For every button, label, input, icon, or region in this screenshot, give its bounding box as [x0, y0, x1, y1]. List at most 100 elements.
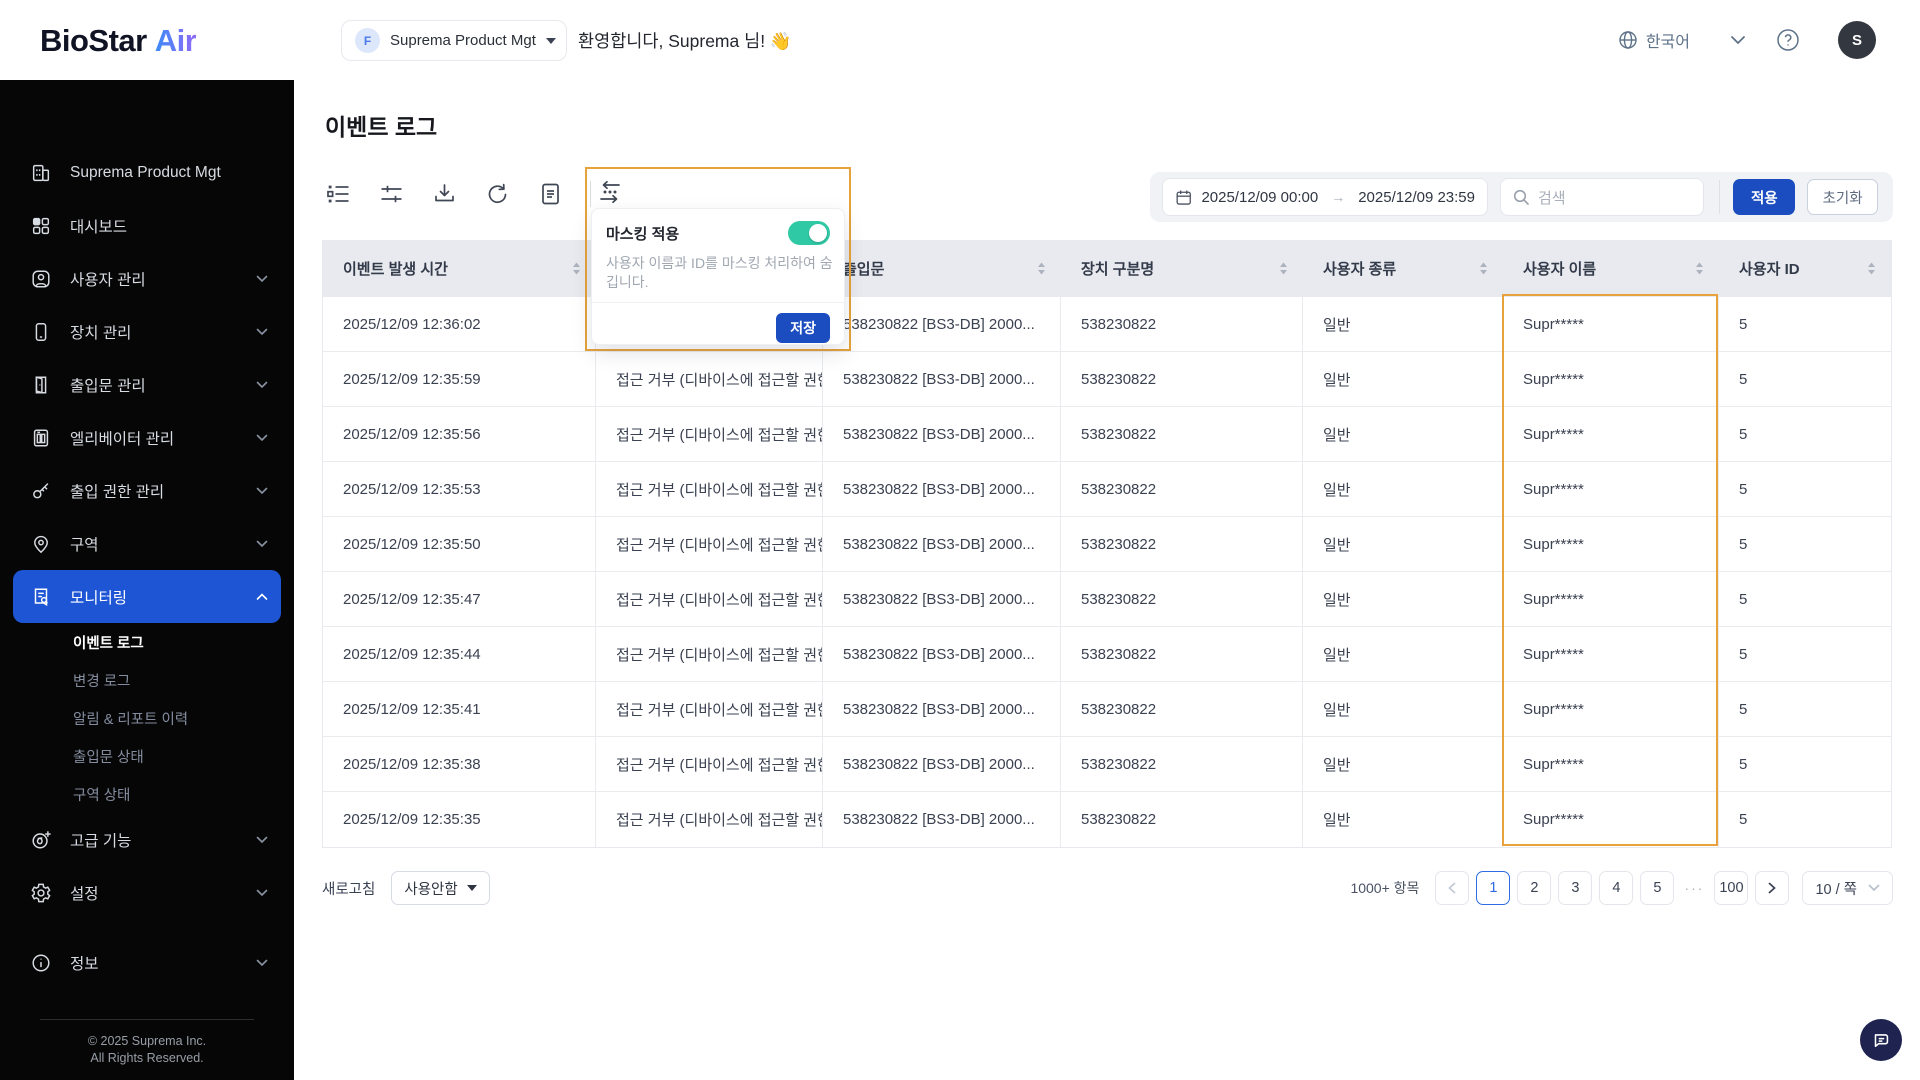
sidebar-item-label: 구역	[70, 536, 99, 554]
page-button-1[interactable]: 1	[1476, 871, 1511, 905]
sidebar-item-advanced[interactable]: 고급 기능	[0, 813, 294, 866]
sidebar-item-access-permission[interactable]: 출입 권한 관리	[0, 464, 294, 517]
sidebar-item-label: 출입 권한 관리	[70, 483, 165, 501]
user-avatar[interactable]: S	[1838, 21, 1876, 59]
sidebar-item-device-management[interactable]: 장치 관리	[0, 305, 294, 358]
download-button[interactable]	[431, 181, 458, 207]
sidebar-item-settings[interactable]: 설정	[0, 866, 294, 919]
page-button-2[interactable]: 2	[1517, 871, 1552, 905]
sidebar-item-user-management[interactable]: 사용자 관리	[0, 252, 294, 305]
cell-user-id: 5	[1739, 590, 1748, 608]
submenu-item-change-log[interactable]: 변경 로그	[0, 661, 294, 699]
column-settings-button[interactable]	[325, 181, 352, 207]
cell-user-type: 일반	[1303, 792, 1503, 847]
chevron-down-icon	[256, 959, 268, 966]
sidebar-item-dashboard[interactable]: 대시보드	[0, 199, 294, 252]
zone-pin-icon	[34, 535, 48, 553]
column-header-door[interactable]: 출입문	[823, 240, 1061, 297]
range-arrow-icon: →	[1331, 189, 1346, 205]
submenu-item-event-log[interactable]: 이벤트 로그	[0, 623, 294, 661]
page-title: 이벤트 로그	[325, 114, 438, 140]
column-header-device-group[interactable]: 장치 구분명	[1061, 240, 1303, 297]
table-row[interactable]: 2025/12/09 12:35:41 접근 거부 (디바이스에 접근할 권한.…	[323, 682, 1891, 737]
sidebar-item-elevator-management[interactable]: 엘리베이터 관리	[0, 411, 294, 464]
page-size-select[interactable]: 10 / 쪽	[1802, 871, 1893, 905]
cell-event-time: 2025/12/09 12:35:35	[323, 792, 596, 847]
filter-sliders-icon	[381, 185, 402, 203]
app-logo: BioStar Air	[40, 23, 197, 59]
cell-user-name: Supr*****	[1503, 517, 1719, 571]
cell-user-type: 일반	[1303, 297, 1503, 351]
apply-button[interactable]: 적용	[1733, 179, 1796, 215]
table-body: 2025/12/09 12:36:02 접근 거부 (디바이스에 접근할 권한.…	[323, 297, 1891, 847]
cell-user-type: 일반	[1303, 352, 1503, 406]
popover-save-button[interactable]: 저장	[776, 313, 830, 343]
sidebar-item-organization[interactable]: Suprema Product Mgt	[0, 146, 294, 199]
auto-refresh-select[interactable]: 사용안함	[391, 871, 490, 905]
table-row[interactable]: 2025/12/09 12:35:38 접근 거부 (디바이스에 접근할 권한.…	[323, 737, 1891, 792]
column-header-user-id[interactable]: 사용자 ID	[1719, 240, 1891, 297]
table-row[interactable]: 2025/12/09 12:35:59 접근 거부 (디바이스에 접근할 권한.…	[323, 352, 1891, 407]
monitoring-icon	[34, 587, 48, 606]
refresh-button[interactable]	[484, 181, 511, 207]
masking-button[interactable]	[597, 179, 623, 205]
cell-user-id: 5	[1739, 535, 1748, 553]
chevron-left-icon	[1448, 882, 1456, 894]
chevron-down-icon	[256, 487, 268, 494]
chevron-down-icon[interactable]	[1730, 35, 1746, 45]
help-icon[interactable]	[1776, 28, 1800, 52]
sidebar-item-zone[interactable]: 구역	[0, 517, 294, 570]
date-range-input[interactable]: 2025/12/09 00:00 → 2025/12/09 23:59	[1162, 178, 1488, 216]
cell-event: 접근 거부 (디바이스에 접근할 권한...	[596, 407, 823, 461]
submenu-item-alert-report-history[interactable]: 알림 & 리포트 이력	[0, 699, 294, 737]
device-icon	[35, 322, 47, 341]
cell-user-id: 5	[1739, 755, 1748, 773]
language-selector[interactable]: 한국어	[1618, 28, 1690, 52]
search-input[interactable]: 검색	[1500, 178, 1705, 216]
filter-button[interactable]	[378, 181, 405, 207]
column-header-event-time[interactable]: 이벤트 발생 시간	[323, 240, 596, 297]
logo-air: Air	[154, 23, 197, 58]
page-button-4[interactable]: 4	[1599, 871, 1634, 905]
prev-page-button[interactable]	[1435, 871, 1470, 905]
cell-user-id: 5	[1739, 480, 1748, 498]
reset-button[interactable]: 초기화	[1807, 179, 1878, 215]
pagination: 1000+ 항목 1 2 3 4 5 ··· 100 10 / 쪽	[1350, 871, 1893, 905]
table-row[interactable]: 2025/12/09 12:36:02 접근 거부 (디바이스에 접근할 권한.…	[323, 297, 1891, 352]
door-icon	[35, 375, 47, 394]
masking-icon	[600, 180, 620, 204]
table-row[interactable]: 2025/12/09 12:35:53 접근 거부 (디바이스에 접근할 권한.…	[323, 462, 1891, 517]
submenu-item-zone-status[interactable]: 구역 상태	[0, 775, 294, 813]
pagination-ellipsis: ···	[1684, 880, 1705, 896]
chevron-down-icon	[1868, 884, 1880, 892]
table-row[interactable]: 2025/12/09 12:35:44 접근 거부 (디바이스에 접근할 권한.…	[323, 627, 1891, 682]
download-icon	[435, 184, 454, 202]
sidebar-item-info[interactable]: 정보	[0, 936, 294, 989]
cell-device-group: 538230822	[1061, 792, 1303, 847]
sidebar-item-door-management[interactable]: 출입문 관리	[0, 358, 294, 411]
page-button-100[interactable]: 100	[1714, 871, 1749, 905]
cell-door: 538230822 [BS3-DB] 2000...	[823, 297, 1061, 351]
table-row[interactable]: 2025/12/09 12:35:50 접근 거부 (디바이스에 접근할 권한.…	[323, 517, 1891, 572]
page-button-3[interactable]: 3	[1558, 871, 1593, 905]
sidebar-item-monitoring[interactable]: 모니터링	[13, 570, 281, 623]
masking-popover-title: 마스킹 적용	[606, 225, 680, 243]
page-button-5[interactable]: 5	[1640, 871, 1675, 905]
report-button[interactable]	[537, 181, 564, 207]
table-row[interactable]: 2025/12/09 12:35:56 접근 거부 (디바이스에 접근할 권한.…	[323, 407, 1891, 462]
cell-event-time: 2025/12/09 12:35:53	[323, 462, 596, 516]
cell-door: 538230822 [BS3-DB] 2000...	[823, 682, 1061, 736]
submenu-item-door-status[interactable]: 출입문 상태	[0, 737, 294, 775]
table-row[interactable]: 2025/12/09 12:35:47 접근 거부 (디바이스에 접근할 권한.…	[323, 572, 1891, 627]
org-selector[interactable]: F Suprema Product Mgt	[341, 20, 567, 61]
table-row[interactable]: 2025/12/09 12:35:35 접근 거부 (디바이스에 접근할 권한.…	[323, 792, 1891, 847]
column-header-user-type[interactable]: 사용자 종류	[1303, 240, 1503, 297]
cell-door: 538230822 [BS3-DB] 2000...	[823, 792, 1061, 847]
cell-event: 접근 거부 (디바이스에 접근할 권한...	[596, 682, 823, 736]
next-page-button[interactable]	[1755, 871, 1790, 905]
column-header-user-name[interactable]: 사용자 이름	[1503, 240, 1719, 297]
masking-toggle[interactable]	[788, 221, 830, 245]
chevron-down-icon	[466, 885, 477, 891]
sidebar-item-label: 정보	[70, 955, 99, 973]
chat-button[interactable]	[1860, 1019, 1902, 1061]
